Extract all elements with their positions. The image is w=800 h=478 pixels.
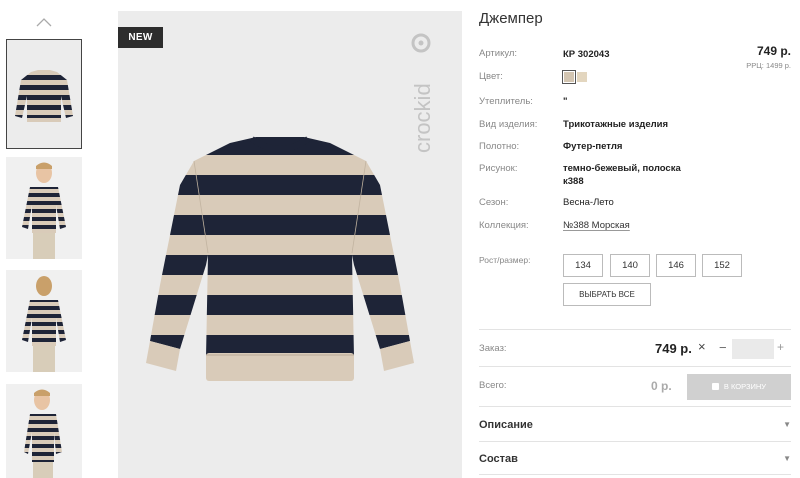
size-button-134[interactable]: 134: [563, 254, 603, 277]
product-info-panel: Джемпер Артикул: КР 302043 749 р. РРЦ: 1…: [479, 0, 800, 478]
size-button-152[interactable]: 152: [702, 254, 742, 277]
collection-link[interactable]: №388 Морская: [563, 219, 630, 232]
divider: [479, 329, 791, 330]
divider: [479, 406, 791, 407]
quantity-increment-button[interactable]: +: [777, 341, 787, 355]
fabric-value: Футер-петля: [563, 141, 623, 152]
thumbnail-model-front-image: [22, 162, 66, 259]
main-product-image[interactable]: NEW crockid: [118, 11, 462, 478]
thumbnail-gallery: [0, 0, 90, 478]
fabric-label: Полотно:: [479, 141, 520, 152]
type-value: Трикотажные изделия: [563, 119, 669, 130]
divider: [479, 474, 791, 475]
thumbnail-sweater-image: [15, 70, 73, 122]
accordion-description[interactable]: Описание ▼: [479, 416, 791, 436]
thumbnail-4[interactable]: [6, 384, 82, 478]
sweater-image: [146, 136, 414, 381]
thumbnail-2[interactable]: [6, 157, 82, 259]
triangle-down-icon: ▼: [783, 420, 791, 429]
pattern-value: темно-бежевый, полоска к388: [563, 163, 681, 187]
quantity-decrement-button[interactable]: −: [719, 341, 729, 355]
select-all-sizes-button[interactable]: ВЫБРАТЬ ВСЕ: [563, 283, 651, 306]
product-title: Джемпер: [479, 10, 543, 27]
pattern-label: Рисунок:: [479, 163, 518, 174]
triangle-down-icon: ▼: [783, 454, 791, 463]
total-value: 0 р.: [651, 379, 672, 393]
divider: [479, 366, 791, 367]
rrc-price: РРЦ: 1499 р.: [746, 61, 791, 70]
divider: [479, 441, 791, 442]
order-price: 749 р.: [655, 341, 692, 356]
size-button-146[interactable]: 146: [656, 254, 696, 277]
size-label: Рост/размер:: [479, 255, 531, 265]
order-label: Заказ:: [479, 343, 507, 354]
new-badge: NEW: [118, 27, 163, 48]
accordion-title: Состав: [479, 453, 518, 465]
season-value: Весна-Лето: [563, 197, 614, 208]
chevron-up-icon[interactable]: [34, 14, 54, 30]
article-value: КР 302043: [563, 49, 610, 60]
product-price: 749 р.: [756, 44, 791, 58]
quantity-input[interactable]: [732, 339, 774, 359]
thumbnail-3[interactable]: [6, 270, 82, 372]
total-label: Всего:: [479, 380, 507, 391]
insulation-label: Утеплитель:: [479, 96, 533, 107]
add-to-cart-label: В КОРЗИНУ: [723, 382, 767, 391]
thumbnail-model-side-image: [24, 389, 62, 478]
insulation-value: ": [563, 96, 568, 107]
accordion-composition[interactable]: Состав ▼: [479, 450, 791, 470]
thumbnail-1[interactable]: [6, 39, 82, 149]
collection-label: Коллекция:: [479, 220, 529, 231]
times-icon: ×: [698, 339, 706, 354]
article-label: Артикул:: [479, 48, 518, 59]
accordion-title: Описание: [479, 419, 533, 431]
cart-icon: [711, 383, 719, 390]
color-label: Цвет:: [479, 71, 503, 82]
color-swatch-2[interactable]: [577, 72, 587, 82]
season-label: Сезон:: [479, 197, 509, 208]
size-button-140[interactable]: 140: [610, 254, 650, 277]
color-swatch-1[interactable]: [562, 70, 576, 84]
type-label: Вид изделия:: [479, 119, 538, 130]
thumbnail-model-back-image: [22, 276, 66, 372]
add-to-cart-button[interactable]: В КОРЗИНУ: [687, 374, 791, 400]
